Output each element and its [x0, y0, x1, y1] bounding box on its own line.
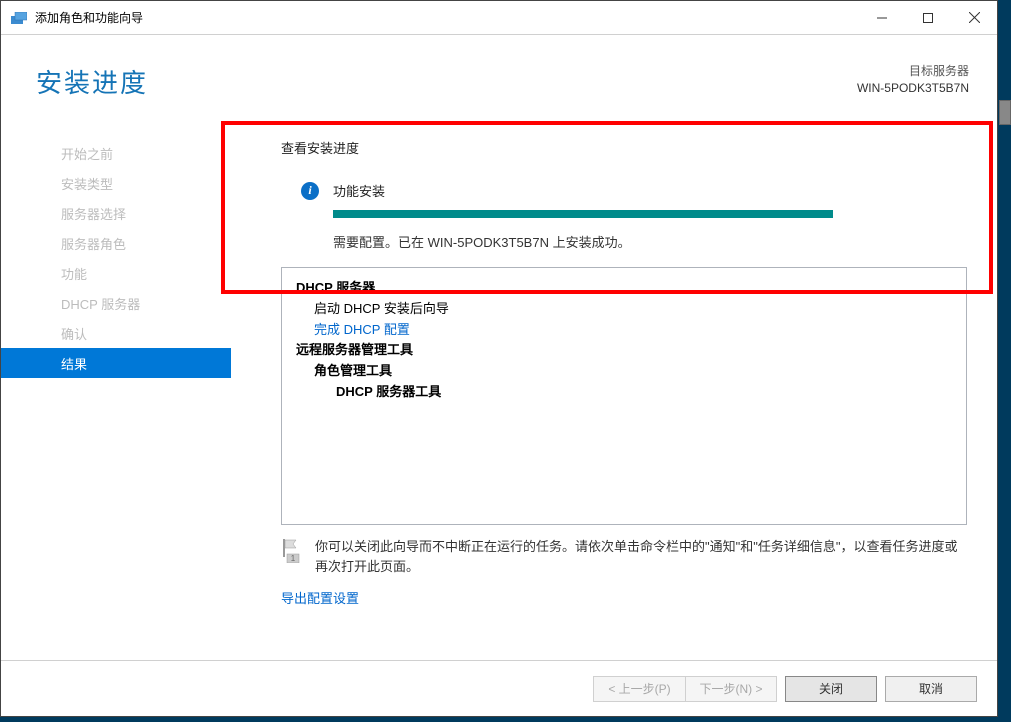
minimize-button[interactable] [859, 1, 905, 34]
section-label: 查看安装进度 [281, 138, 967, 157]
step-results: 结果 [1, 348, 231, 378]
maximize-button[interactable] [905, 1, 951, 34]
footer-info: 1 你可以关闭此向导而不中断正在运行的任务。请依次单击命令栏中的"通知"和"任务… [281, 525, 967, 582]
step-installation-type: 安装类型 [1, 168, 231, 198]
titlebar: 添加角色和功能向导 [1, 1, 997, 35]
cancel-button[interactable]: 取消 [885, 676, 977, 702]
progress-message: 需要配置。已在 WIN-5PODK3T5B7N 上安装成功。 [333, 232, 967, 251]
next-button: 下一步(N) > [685, 676, 777, 702]
progress-bar [333, 210, 967, 218]
result-remote-tools: 远程服务器管理工具 [296, 340, 952, 361]
step-server-roles: 服务器角色 [1, 228, 231, 258]
step-server-selection: 服务器选择 [1, 198, 231, 228]
page-title: 安装进度 [36, 63, 148, 100]
result-role-admin-tools: 角色管理工具 [296, 361, 952, 382]
destination-box: 目标服务器 WIN-5PODK3T5B7N [857, 63, 969, 97]
step-before-begin: 开始之前 [1, 138, 231, 168]
previous-button: < 上一步(P) [593, 676, 685, 702]
svg-text:1: 1 [291, 554, 296, 563]
background-fragment [999, 100, 1011, 125]
result-dhcp-server: DHCP 服务器 [296, 278, 952, 299]
window-controls [859, 1, 997, 34]
destination-label: 目标服务器 [857, 63, 969, 80]
step-dhcp-server: DHCP 服务器 [1, 288, 231, 318]
status-text: 功能安装 [333, 181, 385, 200]
info-icon: i [301, 182, 319, 200]
close-wizard-button[interactable]: 关闭 [785, 676, 877, 702]
window-title: 添加角色和功能向导 [35, 9, 143, 26]
result-launch-wizard: 启动 DHCP 安装后向导 [296, 299, 952, 320]
wizard-window: 添加角色和功能向导 安装进度 目标服务器 WIN-5PODK3T5B7N 开始之… [0, 0, 998, 717]
close-button[interactable] [951, 1, 997, 34]
flag-icon: 1 [281, 539, 299, 561]
step-features: 功能 [1, 258, 231, 288]
step-confirmation: 确认 [1, 318, 231, 348]
destination-name: WIN-5PODK3T5B7N [857, 80, 969, 97]
wizard-sidebar: 开始之前 安装类型 服务器选择 服务器角色 功能 DHCP 服务器 确认 结果 [1, 110, 231, 660]
export-config-link[interactable]: 导出配置设置 [281, 588, 967, 607]
result-complete-config-link[interactable]: 完成 DHCP 配置 [296, 320, 952, 341]
header-row: 安装进度 目标服务器 WIN-5PODK3T5B7N [1, 35, 997, 110]
button-bar: < 上一步(P) 下一步(N) > 关闭 取消 [1, 660, 997, 716]
footer-note-text: 你可以关闭此向导而不中断正在运行的任务。请依次单击命令栏中的"通知"和"任务详细… [315, 537, 967, 576]
result-dhcp-server-tools: DHCP 服务器工具 [296, 382, 952, 403]
app-icon [11, 12, 27, 24]
results-box: DHCP 服务器 启动 DHCP 安装后向导 完成 DHCP 配置 远程服务器管… [281, 267, 967, 525]
